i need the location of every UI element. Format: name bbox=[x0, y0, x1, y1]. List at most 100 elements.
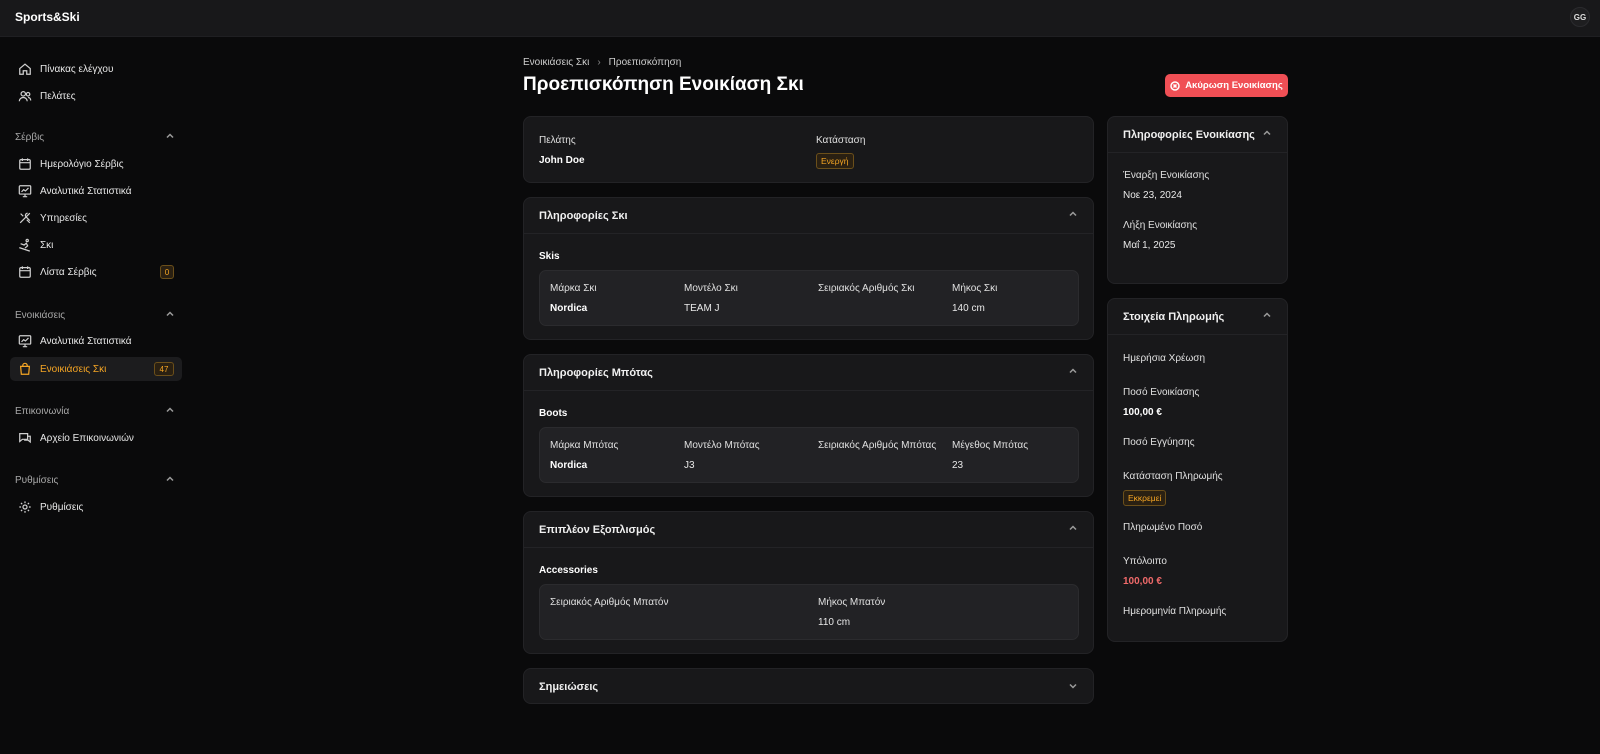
boot-size-value: 23 bbox=[952, 460, 964, 471]
payment-status-label: Κατάσταση Πληρωμής bbox=[1123, 471, 1223, 482]
rental-info-header[interactable]: Πληροφορίες Ενοικίασης bbox=[1108, 117, 1287, 153]
sidebar-item-communication-archive[interactable]: Αρχείο Επικοινωνιών bbox=[10, 426, 182, 450]
brand-logo[interactable]: Sports&Ski bbox=[15, 10, 80, 24]
shopping-bag-icon bbox=[17, 362, 32, 377]
sidebar-item-label: Ημερολόγιο Σέρβις bbox=[40, 158, 124, 170]
user-avatar[interactable]: GG bbox=[1570, 7, 1590, 27]
sidebar-item-label: Λίστα Σέρβις bbox=[40, 266, 97, 278]
group-label: Accessories bbox=[539, 565, 598, 576]
sidebar-item-service-calendar[interactable]: Ημερολόγιο Σέρβις bbox=[10, 152, 182, 176]
sidebar-item-settings[interactable]: Ρυθμίσεις bbox=[10, 495, 182, 519]
card-title: Πληροφορίες Ενοικίασης bbox=[1123, 128, 1255, 141]
boot-model-value: J3 bbox=[684, 460, 695, 471]
sidebar-item-service-list[interactable]: Λίστα Σέρβις 0 bbox=[10, 260, 182, 284]
ski-model-value: TEAM J bbox=[684, 303, 720, 314]
column-header: Μήκος Σκι bbox=[952, 283, 998, 294]
sidebar: Πίνακας ελέγχου Πελάτες Σέρβις Ημερολόγι… bbox=[0, 37, 190, 754]
status-badge: Ενεργή bbox=[816, 153, 854, 169]
gear-icon bbox=[17, 500, 32, 515]
sidebar-item-label: Αρχείο Επικοινωνιών bbox=[40, 432, 134, 444]
ski-details-panel: Μάρκα Σκι Μοντέλο Σκι Σειριακός Αριθμός … bbox=[539, 270, 1079, 326]
extra-equipment-card: Επιπλέον Εξοπλισμός Accessories Σειριακό… bbox=[523, 511, 1094, 654]
top-bar: Sports&Ski GG bbox=[0, 0, 1600, 37]
breadcrumb: Ενοικιάσεις Σκι › Προεπισκόπηση bbox=[523, 57, 681, 68]
sidebar-item-label: Σκι bbox=[40, 239, 54, 251]
page-title: Προεπισκόπηση Ενοικίαση Σκι bbox=[523, 74, 804, 95]
chart-monitor-icon bbox=[17, 184, 32, 199]
skier-icon bbox=[17, 238, 32, 253]
chat-icon bbox=[17, 431, 32, 446]
sidebar-item-dashboard[interactable]: Πίνακας ελέγχου bbox=[10, 57, 182, 81]
chevron-up-icon bbox=[165, 474, 175, 487]
column-header: Μοντέλο Σκι bbox=[684, 283, 738, 294]
notes-card[interactable]: Σημειώσεις bbox=[523, 668, 1094, 704]
sidebar-item-ski-rentals[interactable]: Ενοικιάσεις Σκι 47 bbox=[10, 357, 182, 381]
calendar-icon bbox=[17, 265, 32, 280]
chevron-up-icon bbox=[1262, 128, 1272, 141]
card-title: Επιπλέον Εξοπλισμός bbox=[539, 523, 656, 536]
payment-header[interactable]: Στοιχεία Πληρωμής bbox=[1108, 299, 1287, 335]
home-icon bbox=[17, 62, 32, 77]
extra-equipment-header[interactable]: Επιπλέον Εξοπλισμός bbox=[524, 512, 1093, 548]
customer-value: John Doe bbox=[539, 155, 585, 166]
sidebar-item-customers[interactable]: Πελάτες bbox=[10, 84, 182, 108]
ski-length-value: 140 cm bbox=[952, 303, 985, 314]
column-header: Μοντέλο Μπότας bbox=[684, 440, 760, 451]
section-label: Σέρβις bbox=[15, 132, 45, 143]
customer-label: Πελάτης bbox=[539, 135, 576, 146]
cancel-circle-icon bbox=[1170, 80, 1180, 91]
sidebar-item-label: Πίνακας ελέγχου bbox=[40, 63, 114, 75]
sidebar-item-ski[interactable]: Σκι bbox=[10, 233, 182, 257]
card-title: Στοιχεία Πληρωμής bbox=[1123, 310, 1225, 323]
section-settings-header[interactable]: Ρυθμίσεις bbox=[15, 474, 175, 487]
column-header: Μήκος Μπατόν bbox=[818, 597, 886, 608]
card-title: Σημειώσεις bbox=[539, 681, 599, 693]
users-icon bbox=[17, 89, 32, 104]
chevron-up-icon bbox=[1068, 209, 1078, 222]
rental-amount-value: 100,00 € bbox=[1123, 407, 1162, 418]
cancel-button-label: Ακύρωση Ενοικίασης bbox=[1185, 80, 1283, 91]
summary-card: Πελάτης John Doe Κατάσταση Ενεργή bbox=[523, 116, 1094, 183]
balance-label: Υπόλοιπο bbox=[1123, 556, 1167, 567]
sidebar-item-service-analytics[interactable]: Αναλυτικά Στατιστικά bbox=[10, 179, 182, 203]
sidebar-item-services[interactable]: Υπηρεσίες bbox=[10, 206, 182, 230]
sidebar-item-label: Ενοικιάσεις Σκι bbox=[40, 363, 107, 375]
ski-brand-value: Nordica bbox=[550, 303, 588, 314]
column-header: Σειριακός Αριθμός Σκι bbox=[818, 283, 915, 294]
chevron-down-icon bbox=[1068, 681, 1078, 694]
payment-card: Στοιχεία Πληρωμής Ημερήσια Χρέωση Ποσό Ε… bbox=[1107, 298, 1288, 642]
section-rentals-header[interactable]: Ενοικιάσεις bbox=[15, 309, 175, 322]
chevron-up-icon bbox=[1068, 366, 1078, 379]
sidebar-item-label: Αναλυτικά Στατιστικά bbox=[40, 185, 132, 197]
boot-info-card: Πληροφορίες Μπότας Boots Μάρκα Μπότας Μο… bbox=[523, 354, 1094, 497]
payment-date-label: Ημερομηνία Πληρωμής bbox=[1123, 606, 1227, 617]
boot-info-header[interactable]: Πληροφορίες Μπότας bbox=[524, 355, 1093, 391]
ski-info-header[interactable]: Πληροφορίες Σκι bbox=[524, 198, 1093, 234]
breadcrumb-current: Προεπισκόπηση bbox=[608, 57, 682, 68]
chart-monitor-icon bbox=[17, 334, 32, 349]
paid-amount-label: Πληρωμένο Ποσό bbox=[1123, 522, 1203, 533]
rental-end-value: Μαΐ 1, 2025 bbox=[1123, 240, 1176, 251]
section-label: Ρυθμίσεις bbox=[15, 475, 59, 486]
sidebar-item-label: Αναλυτικά Στατιστικά bbox=[40, 335, 132, 347]
sidebar-item-rental-analytics[interactable]: Αναλυτικά Στατιστικά bbox=[10, 329, 182, 353]
ski-info-card: Πληροφορίες Σκι Skis Μάρκα Σκι Μοντέλο Σ… bbox=[523, 197, 1094, 340]
payment-status-badge: Εκκρεμεί bbox=[1123, 490, 1167, 506]
column-header: Μάρκα Σκι bbox=[550, 283, 597, 294]
column-header: Μάρκα Μπότας bbox=[550, 440, 619, 451]
section-label: Ενοικιάσεις bbox=[15, 310, 66, 321]
section-service-header[interactable]: Σέρβις bbox=[15, 131, 175, 144]
breadcrumb-parent[interactable]: Ενοικιάσεις Σκι bbox=[523, 57, 589, 68]
column-header: Σειριακός Αριθμός Μπότας bbox=[818, 440, 937, 451]
status-label: Κατάσταση bbox=[816, 135, 866, 146]
cancel-rental-button[interactable]: Ακύρωση Ενοικίασης bbox=[1165, 74, 1288, 97]
notes-header[interactable]: Σημειώσεις bbox=[524, 669, 1093, 705]
count-badge: 47 bbox=[154, 362, 174, 376]
chevron-up-icon bbox=[165, 131, 175, 144]
group-label: Boots bbox=[539, 408, 568, 419]
pole-length-value: 110 cm bbox=[818, 617, 851, 628]
chevron-right-icon: › bbox=[597, 57, 601, 68]
boot-details-panel: Μάρκα Μπότας Μοντέλο Μπότας Σειριακός Αρ… bbox=[539, 427, 1079, 483]
section-communication-header[interactable]: Επικοινωνία bbox=[15, 405, 175, 418]
sidebar-item-label: Υπηρεσίες bbox=[40, 212, 87, 224]
